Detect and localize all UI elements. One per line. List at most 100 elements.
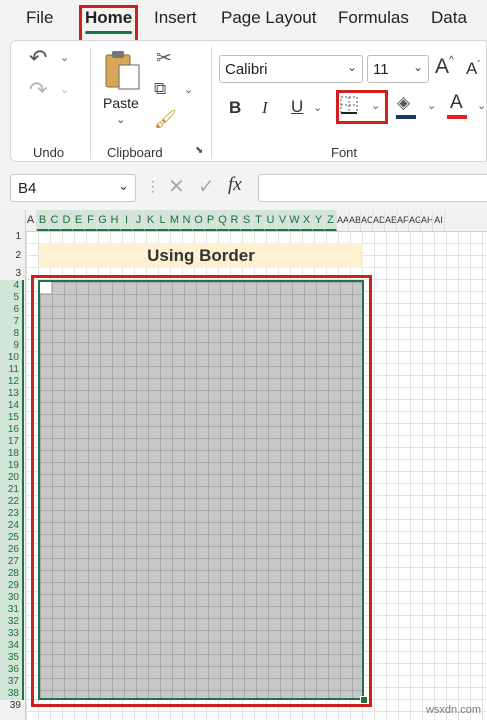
redo-dropdown-icon[interactable]: ⌄: [60, 83, 69, 96]
row-header-5[interactable]: 5: [0, 292, 24, 304]
row-header-9[interactable]: 9: [0, 340, 24, 352]
column-header-ag[interactable]: AG: [409, 210, 421, 231]
row-header-20[interactable]: 20: [0, 472, 24, 484]
column-header-ae[interactable]: AE: [385, 210, 397, 231]
row-header-15[interactable]: 15: [0, 412, 24, 424]
paste-button[interactable]: Paste ⌄: [99, 47, 145, 133]
enter-icon[interactable]: ✓: [198, 174, 215, 199]
row-header-16[interactable]: 16: [0, 424, 24, 436]
column-header-r[interactable]: R: [229, 210, 241, 231]
undo-icon[interactable]: ↶: [29, 45, 47, 71]
row-header-24[interactable]: 24: [0, 520, 24, 532]
row-header-36[interactable]: 36: [0, 664, 24, 676]
row-header-17[interactable]: 17: [0, 436, 24, 448]
fill-color-icon[interactable]: ◈: [397, 93, 410, 113]
column-header-ad[interactable]: AD: [373, 210, 385, 231]
column-header-ab[interactable]: AB: [349, 210, 361, 231]
row-header-27[interactable]: 27: [0, 556, 24, 568]
row-header-10[interactable]: 10: [0, 352, 24, 364]
bold-button[interactable]: B: [229, 98, 241, 118]
grow-font-button[interactable]: A^: [435, 55, 454, 79]
column-header-d[interactable]: D: [61, 210, 73, 231]
name-box[interactable]: B4 ⌄: [10, 174, 136, 202]
row-header-23[interactable]: 23: [0, 508, 24, 520]
row-header-32[interactable]: 32: [0, 616, 24, 628]
column-header-m[interactable]: M: [169, 210, 181, 231]
column-header-s[interactable]: S: [241, 210, 253, 231]
column-header-y[interactable]: Y: [313, 210, 325, 231]
font-color-dropdown-icon[interactable]: ⌄: [477, 99, 486, 112]
row-header-7[interactable]: 7: [0, 316, 24, 328]
row-header-34[interactable]: 34: [0, 640, 24, 652]
row-header-26[interactable]: 26: [0, 544, 24, 556]
row-header-3[interactable]: 3: [0, 268, 24, 280]
row-header-14[interactable]: 14: [0, 400, 24, 412]
column-header-c[interactable]: C: [49, 210, 61, 231]
row-header-33[interactable]: 33: [0, 628, 24, 640]
row-header-12[interactable]: 12: [0, 376, 24, 388]
copy-icon[interactable]: ⧉: [154, 79, 166, 99]
column-header-f[interactable]: F: [85, 210, 97, 231]
tab-file[interactable]: File: [26, 8, 53, 28]
column-header-ac[interactable]: AC: [361, 210, 373, 231]
row-header-4[interactable]: 4: [0, 280, 24, 292]
tab-page-layout[interactable]: Page Layout: [221, 8, 316, 28]
row-header-37[interactable]: 37: [0, 676, 24, 688]
row-header-2[interactable]: 2: [0, 243, 24, 268]
row-header-38[interactable]: 38: [0, 688, 24, 700]
row-header-28[interactable]: 28: [0, 568, 24, 580]
italic-button[interactable]: I: [262, 98, 268, 118]
redo-icon[interactable]: ↷: [29, 77, 47, 103]
column-header-ai[interactable]: AI: [433, 210, 445, 231]
row-header-21[interactable]: 21: [0, 484, 24, 496]
column-header-l[interactable]: L: [157, 210, 169, 231]
underline-button[interactable]: U: [291, 97, 303, 117]
column-header-x[interactable]: X: [301, 210, 313, 231]
font-name-select[interactable]: Calibri ⌄: [219, 55, 363, 83]
row-header-29[interactable]: 29: [0, 580, 24, 592]
row-header-8[interactable]: 8: [0, 328, 24, 340]
column-header-e[interactable]: E: [73, 210, 85, 231]
font-size-select[interactable]: 11 ⌄: [367, 55, 429, 83]
column-header-u[interactable]: U: [265, 210, 277, 231]
row-header-39[interactable]: 39: [0, 700, 24, 712]
row-header-25[interactable]: 25: [0, 532, 24, 544]
row-header-13[interactable]: 13: [0, 388, 24, 400]
format-painter-icon[interactable]: 🖌: [154, 109, 177, 130]
copy-dropdown-icon[interactable]: ⌄: [184, 83, 193, 96]
row-header-6[interactable]: 6: [0, 304, 24, 316]
font-color-button[interactable]: A: [450, 92, 463, 114]
insert-function-button[interactable]: fx: [228, 174, 242, 196]
row-header-35[interactable]: 35: [0, 652, 24, 664]
row-header-19[interactable]: 19: [0, 460, 24, 472]
column-header-aa[interactable]: AA: [337, 210, 349, 231]
cut-icon[interactable]: ✂: [156, 47, 172, 70]
column-header-k[interactable]: K: [145, 210, 157, 231]
column-header-t[interactable]: T: [253, 210, 265, 231]
column-header-o[interactable]: O: [193, 210, 205, 231]
column-header-j[interactable]: J: [133, 210, 145, 231]
tab-insert[interactable]: Insert: [154, 8, 197, 28]
row-header-1[interactable]: 1: [0, 231, 24, 243]
row-header-31[interactable]: 31: [0, 604, 24, 616]
tab-formulas[interactable]: Formulas: [338, 8, 409, 28]
column-header-i[interactable]: I: [121, 210, 133, 231]
column-header-v[interactable]: V: [277, 210, 289, 231]
undo-dropdown-icon[interactable]: ⌄: [60, 51, 69, 64]
column-header-n[interactable]: N: [181, 210, 193, 231]
cancel-icon[interactable]: ✕: [168, 174, 185, 199]
fill-color-dropdown-icon[interactable]: ⌄: [427, 99, 436, 112]
clipboard-launcher-icon[interactable]: ⬊: [195, 145, 203, 156]
title-cell[interactable]: Using Border: [39, 243, 363, 268]
column-header-b[interactable]: B: [37, 210, 49, 231]
row-header-30[interactable]: 30: [0, 592, 24, 604]
underline-dropdown-icon[interactable]: ⌄: [313, 101, 322, 114]
row-header-18[interactable]: 18: [0, 448, 24, 460]
column-header-a[interactable]: A: [25, 210, 37, 231]
row-header-22[interactable]: 22: [0, 496, 24, 508]
shrink-font-button[interactable]: Aˇ: [466, 59, 480, 79]
tab-data[interactable]: Data: [431, 8, 467, 28]
column-header-q[interactable]: Q: [217, 210, 229, 231]
formula-input[interactable]: [258, 174, 487, 202]
column-header-w[interactable]: W: [289, 210, 301, 231]
